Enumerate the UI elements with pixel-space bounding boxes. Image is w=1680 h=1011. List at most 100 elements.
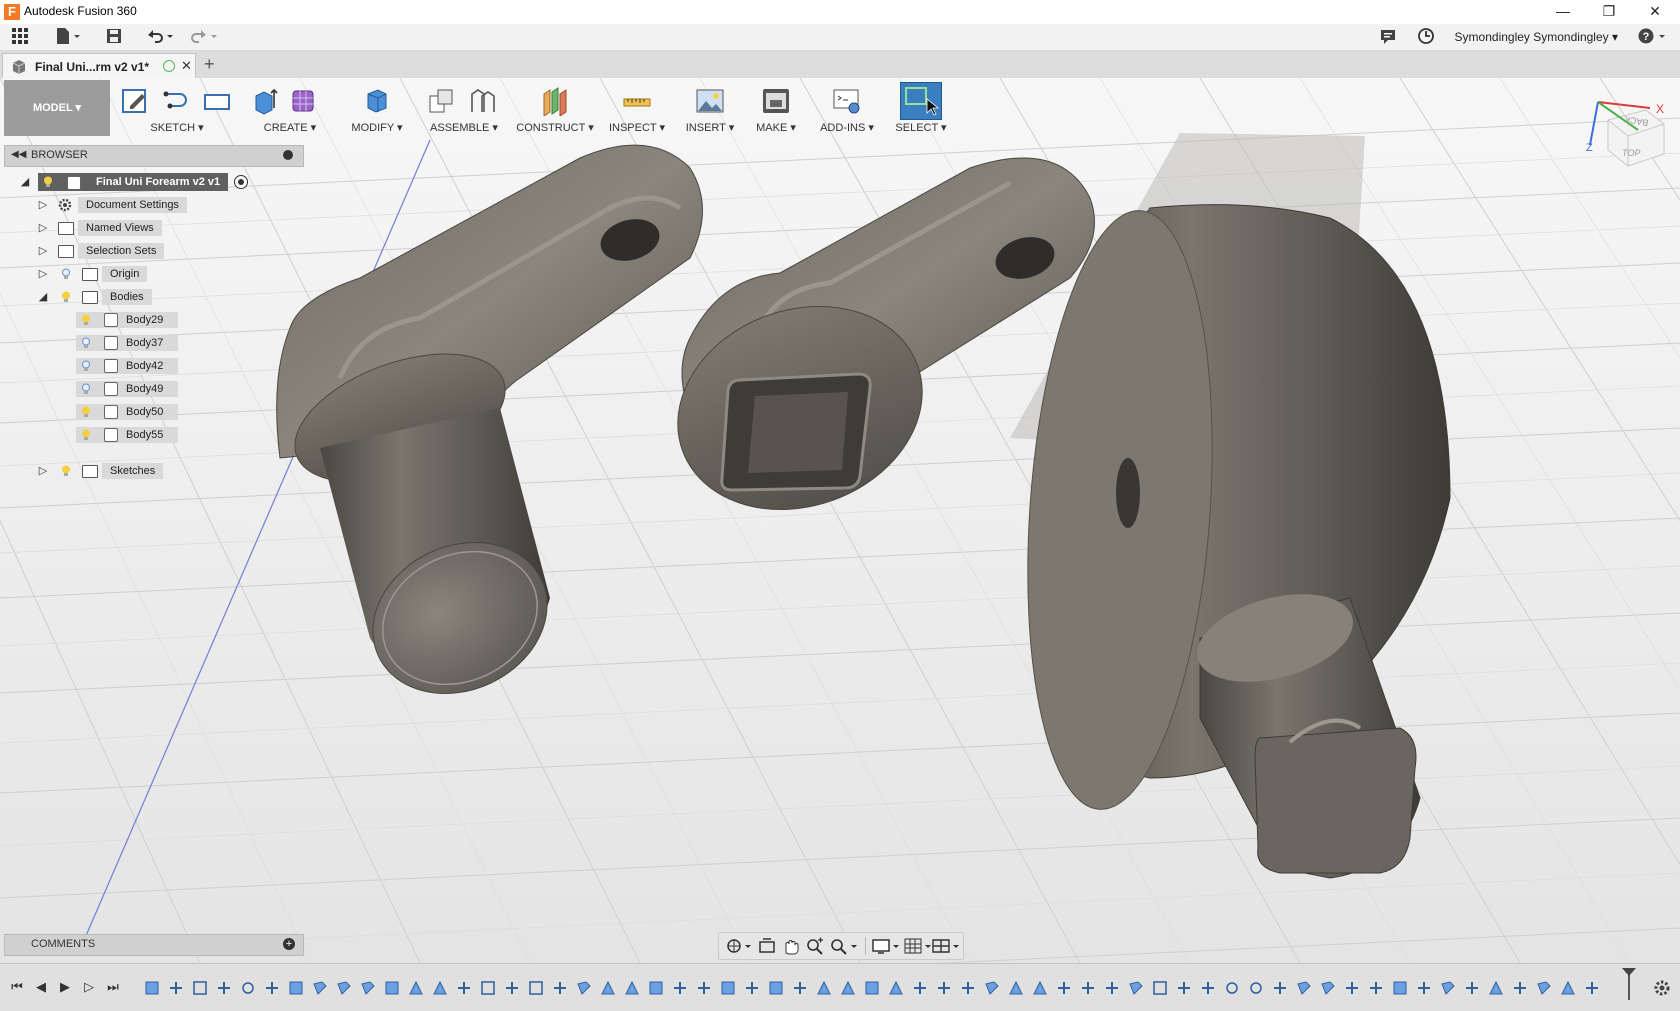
timeline-play-button[interactable]: ▶ <box>56 978 74 996</box>
sketch-menu-label[interactable]: SKETCH ▾ <box>112 121 242 134</box>
timeline-previous-button[interactable]: ◀ <box>32 978 50 996</box>
pan-hand-icon[interactable] <box>781 937 801 955</box>
create-sketch-icon[interactable] <box>120 86 150 116</box>
select-menu-label[interactable]: SELECT ▾ <box>888 121 954 134</box>
assemble-menu-label[interactable]: ASSEMBLE ▾ <box>418 121 510 134</box>
tree-item-document-settings[interactable]: ▷ Document Settings <box>36 195 296 215</box>
orbit-icon[interactable] <box>725 937 753 955</box>
tree-item-body[interactable]: Body42 <box>76 356 296 376</box>
file-menu-icon[interactable] <box>54 27 84 47</box>
tree-item-bodies[interactable]: ◢ Bodies <box>36 287 296 307</box>
new-component-icon[interactable] <box>426 86 456 116</box>
collapse-triangle-icon[interactable]: ◢ <box>18 175 32 189</box>
activate-component-icon[interactable] <box>234 175 248 189</box>
browser-panel-header[interactable]: ◀◀ BROWSER <box>4 145 304 167</box>
lightbulb-off-icon[interactable] <box>81 360 91 372</box>
comments-panel-header[interactable]: COMMENTS + <box>4 934 304 956</box>
inspect-menu-label[interactable]: INSPECT ▾ <box>600 121 674 134</box>
collapse-browser-icon[interactable]: ◀◀ <box>11 149 26 160</box>
tree-item-body[interactable]: Body55 <box>76 425 296 445</box>
data-panel-grid-icon[interactable] <box>10 27 30 47</box>
close-window-button[interactable]: ✕ <box>1632 0 1678 24</box>
measure-icon[interactable] <box>622 86 652 116</box>
lightbulb-off-icon[interactable] <box>61 268 71 280</box>
make-menu-label[interactable]: MAKE ▾ <box>746 121 806 134</box>
construct-group[interactable]: CONSTRUCT ▾ <box>512 80 598 136</box>
expand-triangle-icon[interactable]: ▷ <box>36 198 50 212</box>
sketch-group[interactable]: SKETCH ▾ <box>112 80 242 136</box>
timeline-settings-gear-icon[interactable] <box>1652 978 1672 998</box>
make-group[interactable]: MAKE ▾ <box>746 80 806 136</box>
tree-item-body[interactable]: Body37 <box>76 333 296 353</box>
create-menu-label[interactable]: CREATE ▾ <box>244 121 336 134</box>
create-group[interactable]: CREATE ▾ <box>244 80 336 136</box>
lightbulb-icon[interactable] <box>43 176 53 188</box>
modify-menu-label[interactable]: MODIFY ▾ <box>338 121 416 134</box>
timeline-marker-handle[interactable] <box>1622 968 1636 976</box>
press-pull-icon[interactable] <box>362 86 392 116</box>
fit-zoom-icon[interactable] <box>829 937 859 955</box>
select-group[interactable]: SELECT ▾ <box>888 80 954 136</box>
extrude-icon[interactable] <box>250 86 280 116</box>
workspace-switcher-button[interactable]: MODEL ▾ <box>4 80 110 136</box>
lightbulb-icon[interactable] <box>61 465 71 477</box>
lightbulb-off-icon[interactable] <box>81 337 91 349</box>
view-cube[interactable]: X Z TOP BACK <box>1578 90 1678 180</box>
form-icon[interactable] <box>290 86 320 116</box>
notification-icon[interactable] <box>1378 27 1398 47</box>
tree-item-body[interactable]: Body49 <box>76 379 296 399</box>
expand-triangle-icon[interactable]: ▷ <box>36 221 50 235</box>
add-ins-group[interactable]: ADD-INS ▾ <box>808 80 886 136</box>
expand-triangle-icon[interactable]: ▷ <box>36 464 50 478</box>
tree-item-selection-sets[interactable]: ▷ Selection Sets <box>36 241 296 261</box>
user-account-menu[interactable]: Symondingley Symondingley ▾ <box>1455 30 1618 44</box>
joint-icon[interactable] <box>468 86 498 116</box>
document-tab[interactable]: Final Uni...rm v2 v1* ✕ <box>2 53 196 79</box>
browser-minimize-icon[interactable] <box>283 150 293 160</box>
add-comment-icon[interactable]: + <box>283 938 295 950</box>
insert-group[interactable]: INSERT ▾ <box>676 80 744 136</box>
modify-group[interactable]: MODIFY ▾ <box>338 80 416 136</box>
tree-item-body[interactable]: Body29 <box>76 310 296 330</box>
scripts-addins-icon[interactable] <box>832 86 862 116</box>
tree-item-sketches[interactable]: ▷ Sketches <box>36 461 296 481</box>
add-ins-menu-label[interactable]: ADD-INS ▾ <box>808 121 886 134</box>
assemble-group[interactable]: ASSEMBLE ▾ <box>418 80 510 136</box>
minimize-button[interactable]: — <box>1540 0 1586 24</box>
help-icon[interactable]: ? <box>1636 27 1670 47</box>
select-tool-icon[interactable] <box>900 82 942 120</box>
tree-item-origin[interactable]: ▷ Origin <box>36 264 296 284</box>
close-tab-button[interactable]: ✕ <box>181 58 192 74</box>
tree-item-named-views[interactable]: ▷ Named Views <box>36 218 296 238</box>
3d-print-icon[interactable] <box>761 86 791 116</box>
lightbulb-icon[interactable] <box>81 406 91 418</box>
lightbulb-icon[interactable] <box>61 291 71 303</box>
display-settings-icon[interactable] <box>871 937 901 955</box>
look-at-icon[interactable] <box>757 937 777 955</box>
offset-plane-icon[interactable] <box>540 86 570 117</box>
view-cube-top-face[interactable]: TOP <box>1622 148 1640 158</box>
tree-item-body[interactable]: Body50 <box>76 402 296 422</box>
rectangle-icon[interactable] <box>202 86 232 116</box>
expand-triangle-icon[interactable]: ▷ <box>36 244 50 258</box>
viewports-icon[interactable] <box>931 937 961 955</box>
construct-menu-label[interactable]: CONSTRUCT ▾ <box>512 121 598 134</box>
browser-root-node[interactable]: ◢ Final Uni Forearm v2 v1 <box>16 172 306 192</box>
lightbulb-icon[interactable] <box>81 429 91 441</box>
zoom-icon[interactable] <box>805 937 825 955</box>
undo-icon[interactable] <box>144 27 176 47</box>
lightbulb-off-icon[interactable] <box>81 383 91 395</box>
lightbulb-icon[interactable] <box>81 314 91 326</box>
insert-menu-label[interactable]: INSERT ▾ <box>676 121 744 134</box>
grid-snaps-icon[interactable] <box>903 937 933 955</box>
collapse-triangle-icon[interactable]: ◢ <box>36 290 50 304</box>
timeline-last-button[interactable]: ⏭ <box>104 978 122 996</box>
save-icon[interactable] <box>104 27 124 47</box>
timeline-next-button[interactable]: ▷ <box>80 978 98 996</box>
timeline-first-button[interactable]: ⏮ <box>8 978 26 996</box>
inspect-group[interactable]: INSPECT ▾ <box>600 80 674 136</box>
expand-triangle-icon[interactable]: ▷ <box>36 267 50 281</box>
timeline-feature-track[interactable] <box>140 980 1640 996</box>
new-tab-button[interactable]: + <box>204 54 215 75</box>
job-status-clock-icon[interactable] <box>1416 27 1436 47</box>
